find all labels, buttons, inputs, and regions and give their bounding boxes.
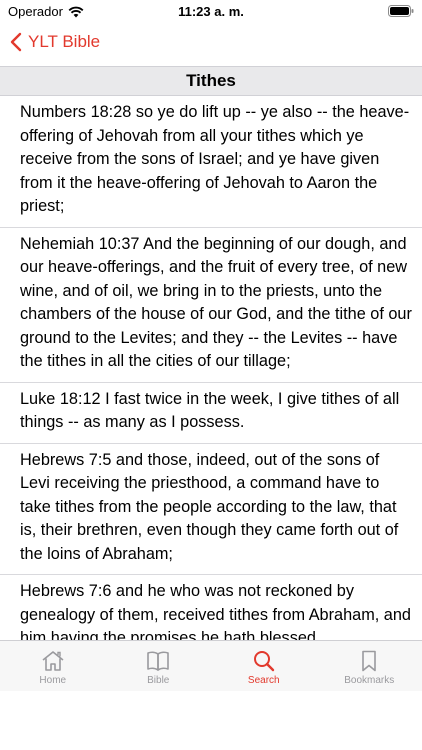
tab-bible[interactable]: Bible <box>106 641 212 691</box>
verse-text: Hebrews 7:5 and those, indeed, out of th… <box>20 450 399 563</box>
chevron-left-icon <box>10 32 22 52</box>
verse-list[interactable]: Numbers 18:28 so ye do lift up -- ye als… <box>0 96 422 640</box>
book-icon <box>147 651 170 671</box>
tab-label: Bible <box>147 675 170 686</box>
navigation-bar: YLT Bible <box>0 24 422 66</box>
verse-row[interactable]: Hebrews 7:6 and he who was not reckoned … <box>0 575 422 640</box>
home-icon <box>42 651 64 671</box>
battery-icon <box>388 5 414 20</box>
bookmark-icon <box>362 650 377 672</box>
verse-row[interactable]: Numbers 18:28 so ye do lift up -- ye als… <box>0 96 422 228</box>
verse-row[interactable]: Nehemiah 10:37 And the beginning of our … <box>0 228 422 383</box>
section-header: Tithes <box>0 66 422 96</box>
tab-label: Search <box>247 675 280 686</box>
back-button-label: YLT Bible <box>28 32 101 51</box>
section-title: Tithes <box>186 71 236 90</box>
tab-bar: Home Bible Search Bookmarks <box>0 640 422 691</box>
verse-text: Luke 18:12 I fast twice in the week, I g… <box>20 389 400 432</box>
status-bar: Operador 11:23 a. m. <box>0 0 422 24</box>
clock: 11:23 a. m. <box>178 4 244 19</box>
verse-row[interactable]: Hebrews 7:5 and those, indeed, out of th… <box>0 444 422 575</box>
tab-label: Home <box>39 675 67 686</box>
verse-text: Numbers 18:28 so ye do lift up -- ye als… <box>20 103 410 215</box>
back-button[interactable]: YLT Bible <box>10 32 100 52</box>
search-icon <box>253 651 274 672</box>
verse-row[interactable]: Luke 18:12 I fast twice in the week, I g… <box>0 383 422 444</box>
tab-search[interactable]: Search <box>211 641 317 691</box>
tab-label: Bookmarks <box>344 675 395 686</box>
tab-home[interactable]: Home <box>0 641 106 691</box>
tab-bookmarks[interactable]: Bookmarks <box>317 641 422 691</box>
verse-text: Nehemiah 10:37 And the beginning of our … <box>20 234 412 371</box>
verse-text: Hebrews 7:6 and he who was not reckoned … <box>20 582 411 640</box>
